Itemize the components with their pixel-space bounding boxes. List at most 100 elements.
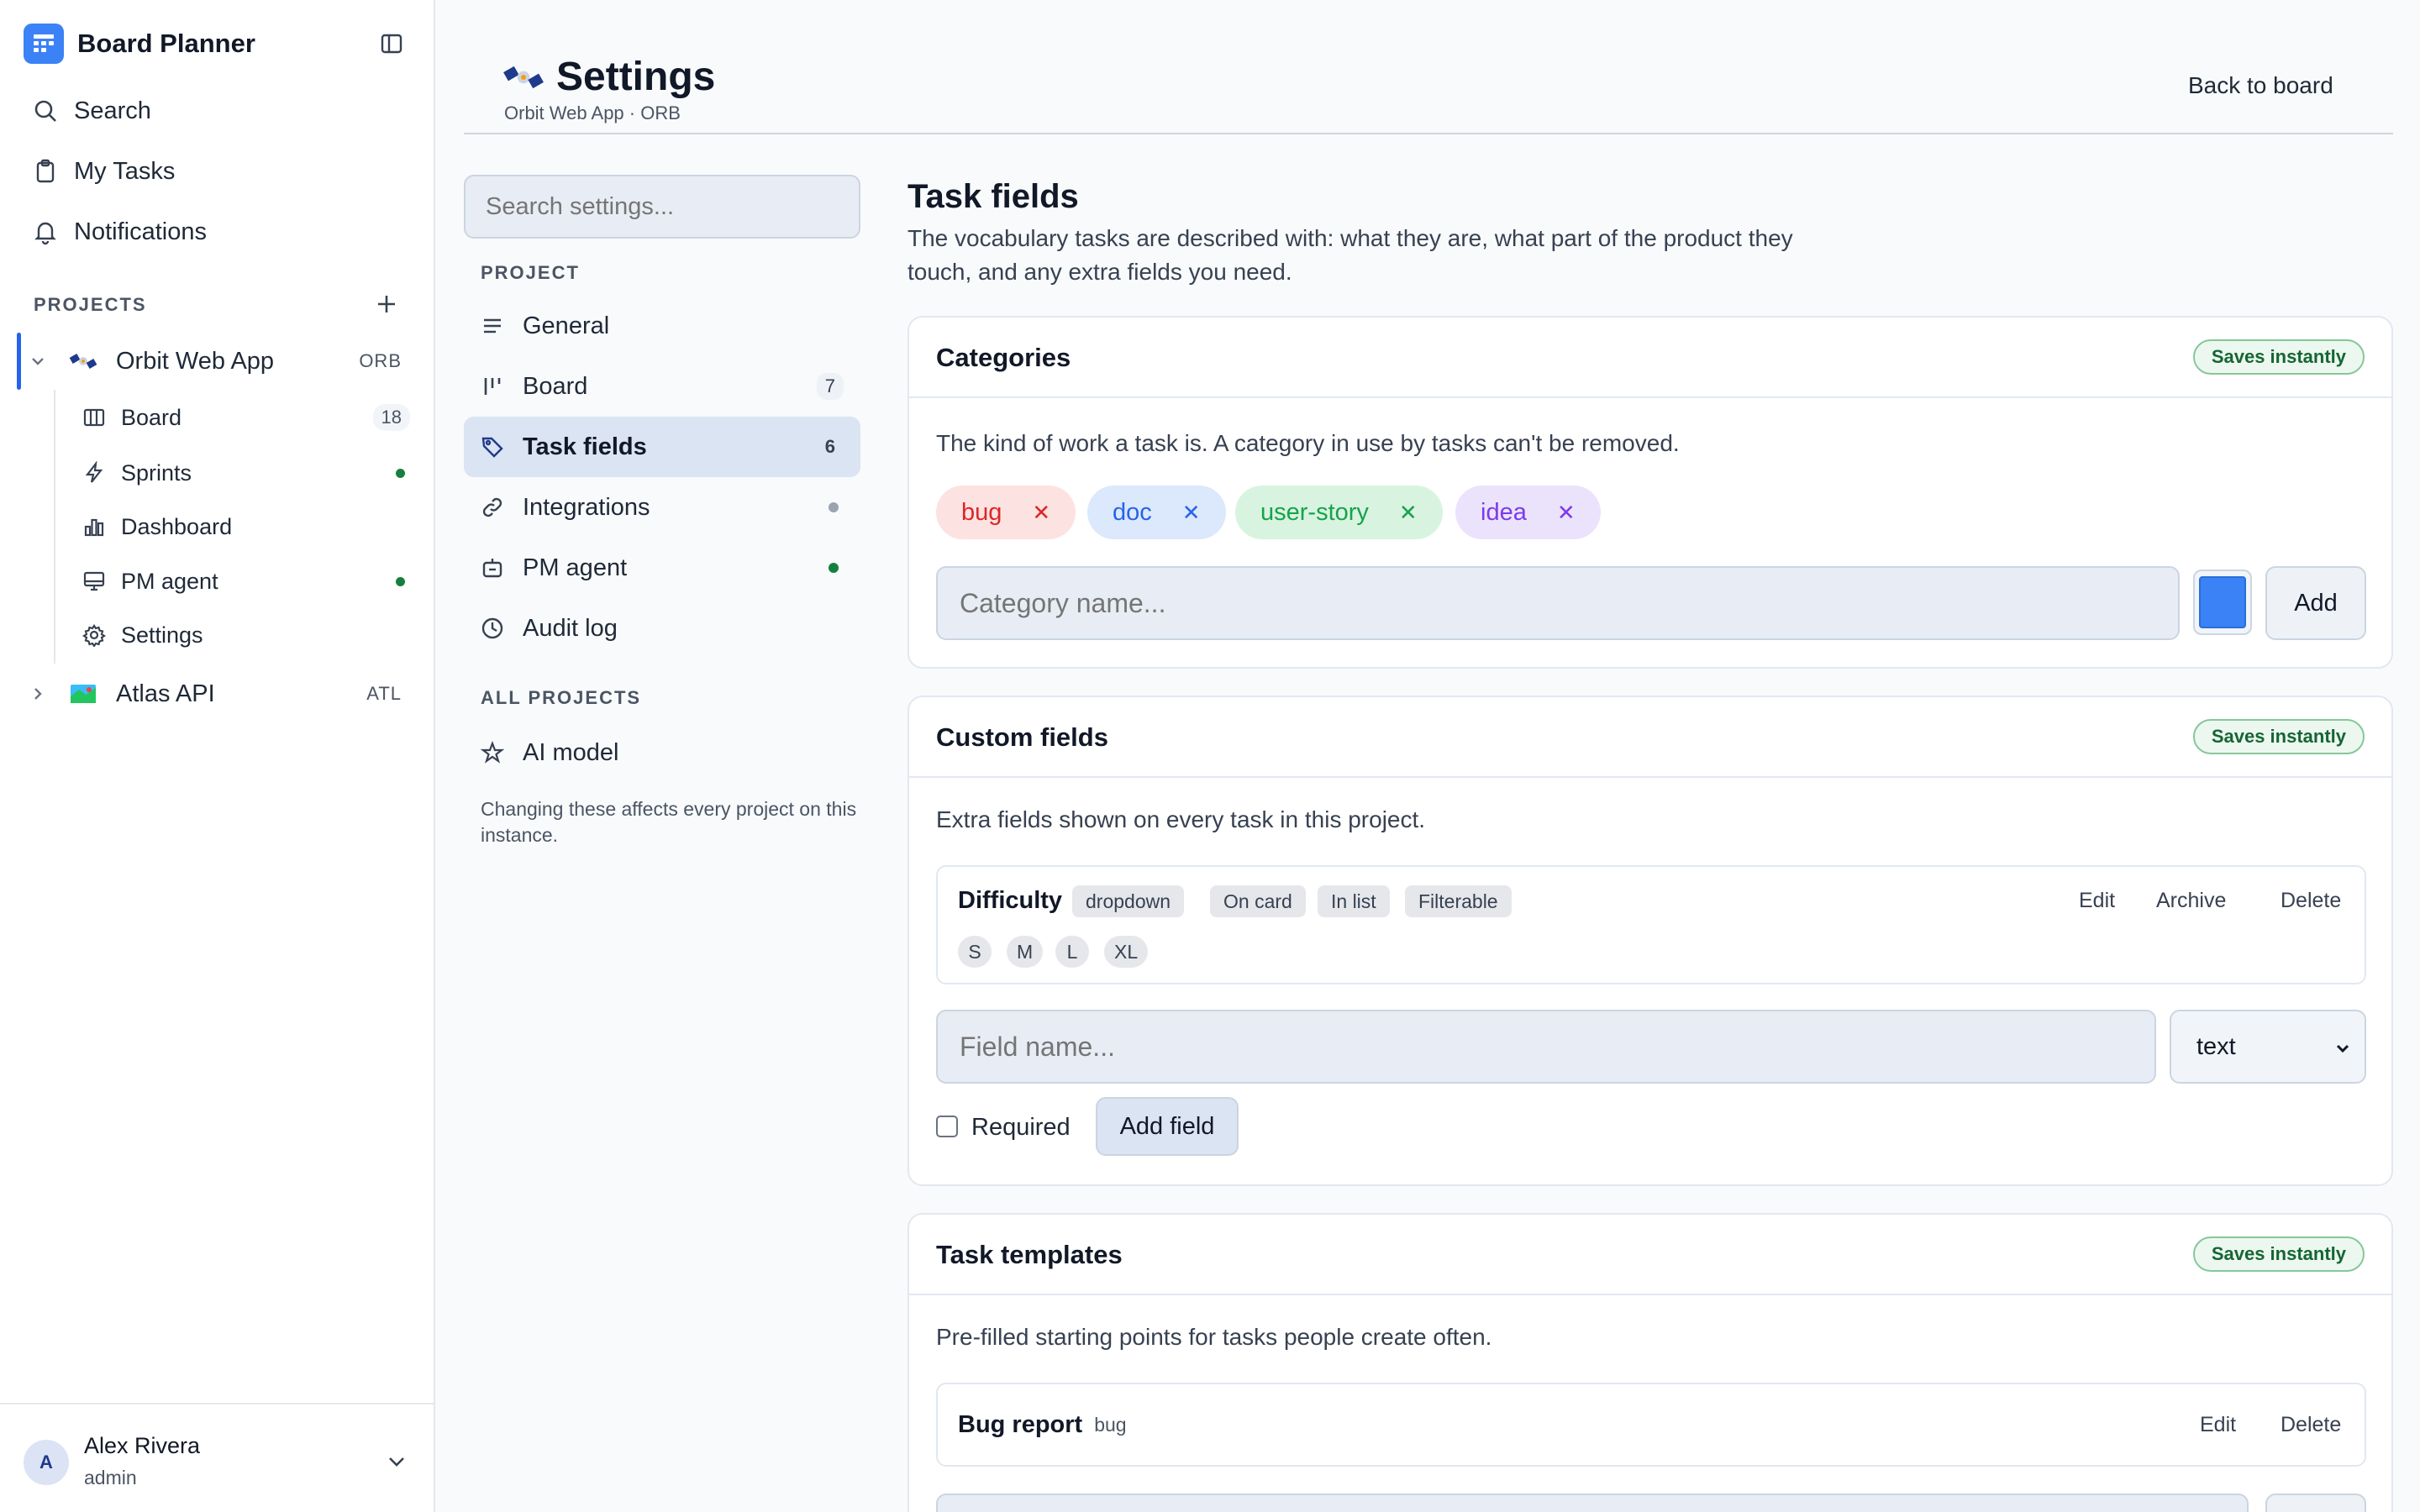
field-type-select[interactable]: text — [2170, 1010, 2366, 1084]
chip-label: user-story — [1260, 498, 1369, 526]
category-chip: bug ✕ — [936, 486, 1076, 539]
status-dot — [396, 576, 405, 586]
project-subitem-board[interactable]: Board 18 — [82, 393, 410, 442]
status-dot — [829, 563, 839, 573]
settings-nav-label: Integrations — [523, 493, 650, 521]
project-atlas-api[interactable]: Atlas API ATL — [17, 669, 435, 719]
field-name: Difficulty — [958, 887, 1063, 914]
required-checkbox[interactable] — [936, 1116, 958, 1137]
add-template-button[interactable] — [2265, 1494, 2366, 1512]
delete-field-button[interactable]: Delete — [2281, 889, 2341, 913]
add-field-button[interactable]: Add field — [1096, 1097, 1239, 1156]
settings-nav-board[interactable]: Board 7 — [464, 356, 860, 417]
search-settings-input[interactable] — [464, 175, 860, 239]
field-flag-tag: On card — [1210, 885, 1306, 917]
project-name: Atlas API — [116, 680, 215, 707]
section-description: The vocabulary tasks are described with:… — [908, 225, 1793, 285]
project-name: Orbit Web App — [116, 347, 275, 375]
card-description: The kind of work a task is. A category i… — [936, 430, 1680, 456]
nav-notifications[interactable]: Notifications — [24, 208, 412, 255]
bell-icon — [34, 222, 56, 245]
page-title-group: Settings — [502, 54, 715, 100]
project-subitem-sprints[interactable]: Sprints — [82, 449, 410, 497]
settings-nav-audit-log[interactable]: Audit log — [464, 598, 860, 659]
user-menu[interactable]: A Alex Rivera admin — [0, 1403, 435, 1512]
custom-field-row: Difficulty dropdown On card In list Filt… — [936, 865, 2366, 984]
sidebar-toggle-icon — [381, 34, 402, 54]
gear-icon — [82, 624, 106, 647]
nav-my-tasks[interactable]: My Tasks — [24, 148, 412, 195]
project-subitem-settings[interactable]: Settings — [82, 611, 410, 659]
template-name: Bug report — [958, 1411, 1083, 1438]
card-header: Task templates Saves instantly — [909, 1215, 2391, 1295]
search-icon — [34, 100, 56, 122]
satellite-icon — [503, 66, 544, 88]
sidebar: Board Planner Search My Tasks Notificati… — [0, 0, 435, 1512]
add-project-button[interactable] — [370, 287, 403, 321]
settings-nav-label: Task fields — [523, 433, 647, 460]
chip-label: doc — [1113, 498, 1152, 526]
link-icon — [482, 497, 502, 517]
chevron-down-icon — [2336, 1044, 2349, 1053]
project-orbit-web-app[interactable]: Orbit Web App ORB — [17, 336, 435, 386]
chevron-down-icon[interactable] — [383, 1448, 410, 1475]
edit-template-button[interactable]: Edit — [2200, 1413, 2236, 1437]
task-fields-count-badge: 6 — [824, 436, 835, 457]
all-projects-section-label: ALL PROJECTS — [481, 687, 642, 708]
back-to-board-link[interactable]: Back to board — [2188, 72, 2333, 99]
task-templates-card: Task templates Saves instantly Pre-fille… — [908, 1213, 2393, 1512]
required-label: Required — [971, 1114, 1071, 1141]
star-icon — [481, 741, 504, 764]
settings-nav-integrations[interactable]: Integrations — [464, 477, 860, 538]
all-projects-note: Changing these affects every project on … — [481, 798, 857, 846]
project-subitem-pm-agent[interactable]: PM agent — [82, 557, 410, 606]
custom-fields-card: Custom fields Saves instantly Extra fiel… — [908, 696, 2393, 1186]
chevron-down-icon[interactable] — [29, 352, 47, 370]
nav-my-tasks-label: My Tasks — [74, 157, 176, 185]
project-subitem-dashboard[interactable]: Dashboard — [82, 502, 410, 551]
project-key: ATL — [366, 683, 402, 704]
bot-icon — [482, 559, 502, 578]
remove-category-button[interactable]: ✕ — [1557, 500, 1576, 526]
field-name-input[interactable] — [936, 1010, 2156, 1084]
field-option: M — [1007, 936, 1044, 968]
field-option: S — [958, 936, 992, 968]
sidebar-collapse-button[interactable] — [375, 29, 408, 59]
subitem-label: Dashboard — [121, 513, 233, 539]
template-name-input[interactable] — [936, 1494, 2249, 1512]
category-name-input[interactable] — [936, 566, 2180, 640]
saves-instantly-badge: Saves instantly — [2192, 1236, 2365, 1272]
brand[interactable]: Board Planner — [24, 24, 255, 64]
board-settings-count-badge: 7 — [816, 373, 844, 400]
remove-category-button[interactable]: ✕ — [1399, 500, 1418, 526]
template-row: Bug report bug Edit Delete — [936, 1383, 2366, 1467]
plus-icon — [378, 296, 395, 312]
chevron-right-icon[interactable] — [29, 685, 47, 703]
columns-icon — [83, 408, 105, 427]
monitor-icon — [83, 571, 105, 591]
field-type-value: text — [2196, 1032, 2236, 1060]
remove-category-button[interactable]: ✕ — [1032, 500, 1050, 526]
subitem-label: Board — [121, 404, 182, 430]
edit-field-button[interactable]: Edit — [2079, 889, 2115, 913]
remove-category-button[interactable]: ✕ — [1182, 500, 1201, 526]
nav-search[interactable]: Search — [24, 87, 412, 134]
category-color-picker[interactable] — [2193, 570, 2252, 635]
field-option: XL — [1104, 936, 1149, 968]
settings-nav-general[interactable]: General — [464, 296, 860, 356]
board-icon — [484, 378, 501, 395]
card-description: Pre-filled starting points for tasks peo… — [936, 1324, 1492, 1350]
delete-template-button[interactable]: Delete — [2281, 1413, 2341, 1437]
card-header: Custom fields Saves instantly — [909, 697, 2391, 778]
template-title: Bug report bug — [958, 1411, 1127, 1439]
project-key: ORB — [359, 350, 402, 371]
settings-nav-ai-model[interactable]: AI model — [464, 722, 860, 783]
app-name: Board Planner — [77, 29, 255, 58]
add-category-button[interactable]: Add — [2265, 566, 2366, 640]
satellite-icon — [69, 354, 97, 369]
settings-nav-pm-agent[interactable]: PM agent — [464, 538, 860, 598]
field-type-tag: dropdown — [1072, 885, 1185, 917]
settings-nav-label: AI model — [523, 738, 619, 766]
archive-field-button[interactable]: Archive — [2156, 889, 2226, 913]
settings-nav-task-fields[interactable]: Task fields 6 — [464, 417, 860, 477]
